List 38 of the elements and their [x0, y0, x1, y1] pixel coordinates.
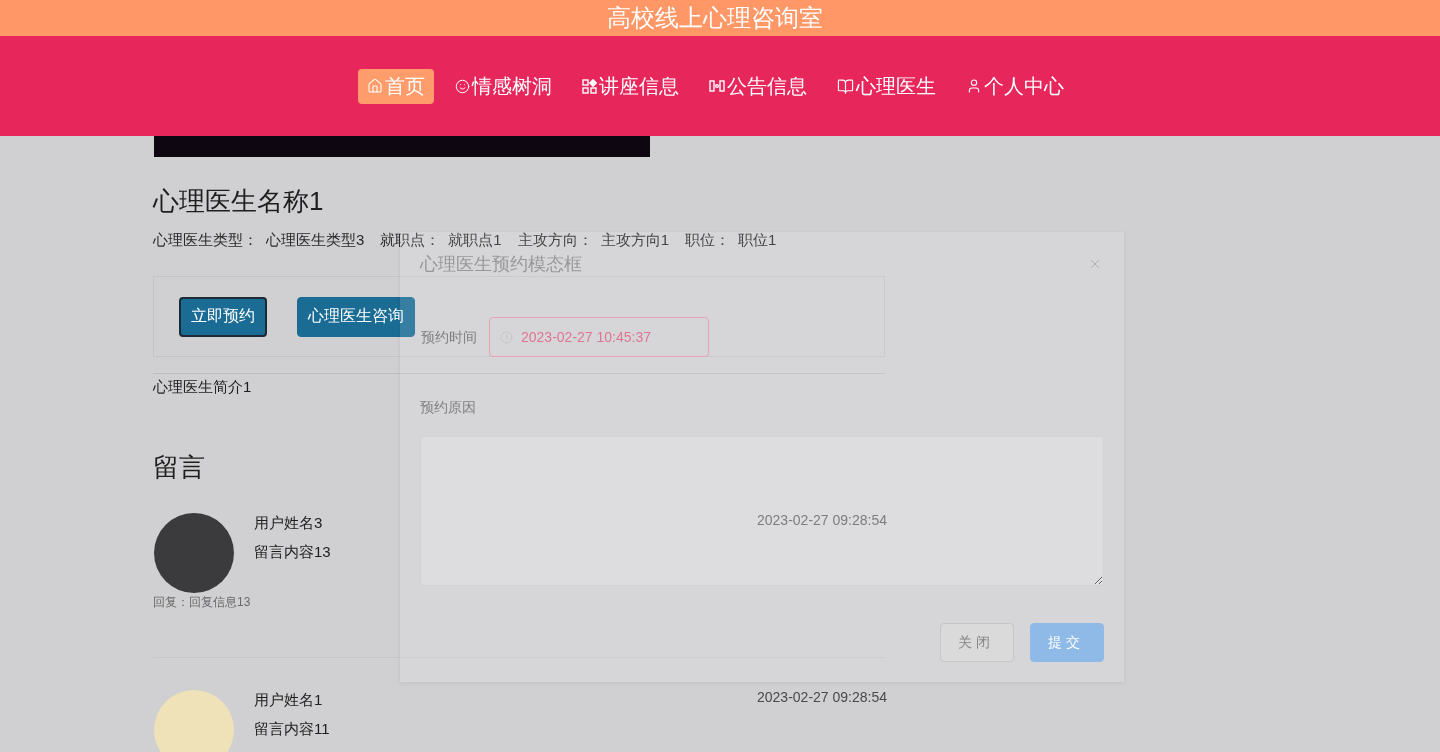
comment-time: 2023-02-27 09:28:54 [757, 690, 887, 704]
detail-value: 心理医生类型3 [266, 230, 365, 250]
reason-field[interactable] [420, 436, 1104, 586]
book-icon [836, 77, 854, 95]
home-icon [366, 78, 383, 94]
detail-value: 职位1 [738, 230, 777, 250]
close-button[interactable] [1088, 257, 1102, 271]
detail-label: 就职点： [380, 230, 441, 250]
consult-button[interactable]: 心理医生咨询 [297, 296, 415, 337]
reply-text: 回复：回复信息13 [153, 594, 251, 610]
user-name: 用户姓名1 [254, 690, 323, 710]
field-label: 预约时间 [420, 328, 477, 347]
comment-text: 留言内容11 [254, 719, 330, 739]
dialog-title: 心理医生预约模态框 [420, 253, 582, 276]
smiley-icon [454, 78, 470, 94]
grid-icon [581, 78, 597, 94]
book-button[interactable]: 立即预约 [179, 296, 267, 337]
detail-value: 主攻方向1 [600, 230, 670, 250]
nav-item[interactable]: 讲座信息 [572, 68, 688, 104]
detail-label: 主攻方向： [517, 230, 593, 250]
panels-icon [708, 80, 725, 92]
doctor-name: 心理医生名称1 [153, 185, 324, 217]
nav-item[interactable]: 个人中心 [956, 68, 1073, 104]
nav-item[interactable]: 情感树洞 [445, 68, 561, 104]
section-title: 留言 [153, 451, 205, 484]
detail-value: 就职点1 [448, 230, 502, 250]
close-dialog-button[interactable]: 关闭 [940, 623, 1014, 662]
comment-time: 2023-02-27 09:28:54 [757, 513, 887, 527]
detail-label: 职位： [685, 230, 731, 250]
site-title: 高校线上心理咨询室 [607, 3, 823, 33]
doctor-intro: 心理医生简介1 [153, 377, 252, 397]
detail-label: 心理医生类型： [153, 230, 258, 250]
nav-item[interactable]: 心理医生 [827, 68, 945, 104]
field-label: 预约原因 [420, 398, 476, 417]
comment-text: 留言内容13 [254, 542, 331, 562]
close-icon [1088, 257, 1102, 271]
user-name: 用户姓名3 [254, 513, 323, 533]
nav-item[interactable]: 公告信息 [699, 68, 816, 104]
